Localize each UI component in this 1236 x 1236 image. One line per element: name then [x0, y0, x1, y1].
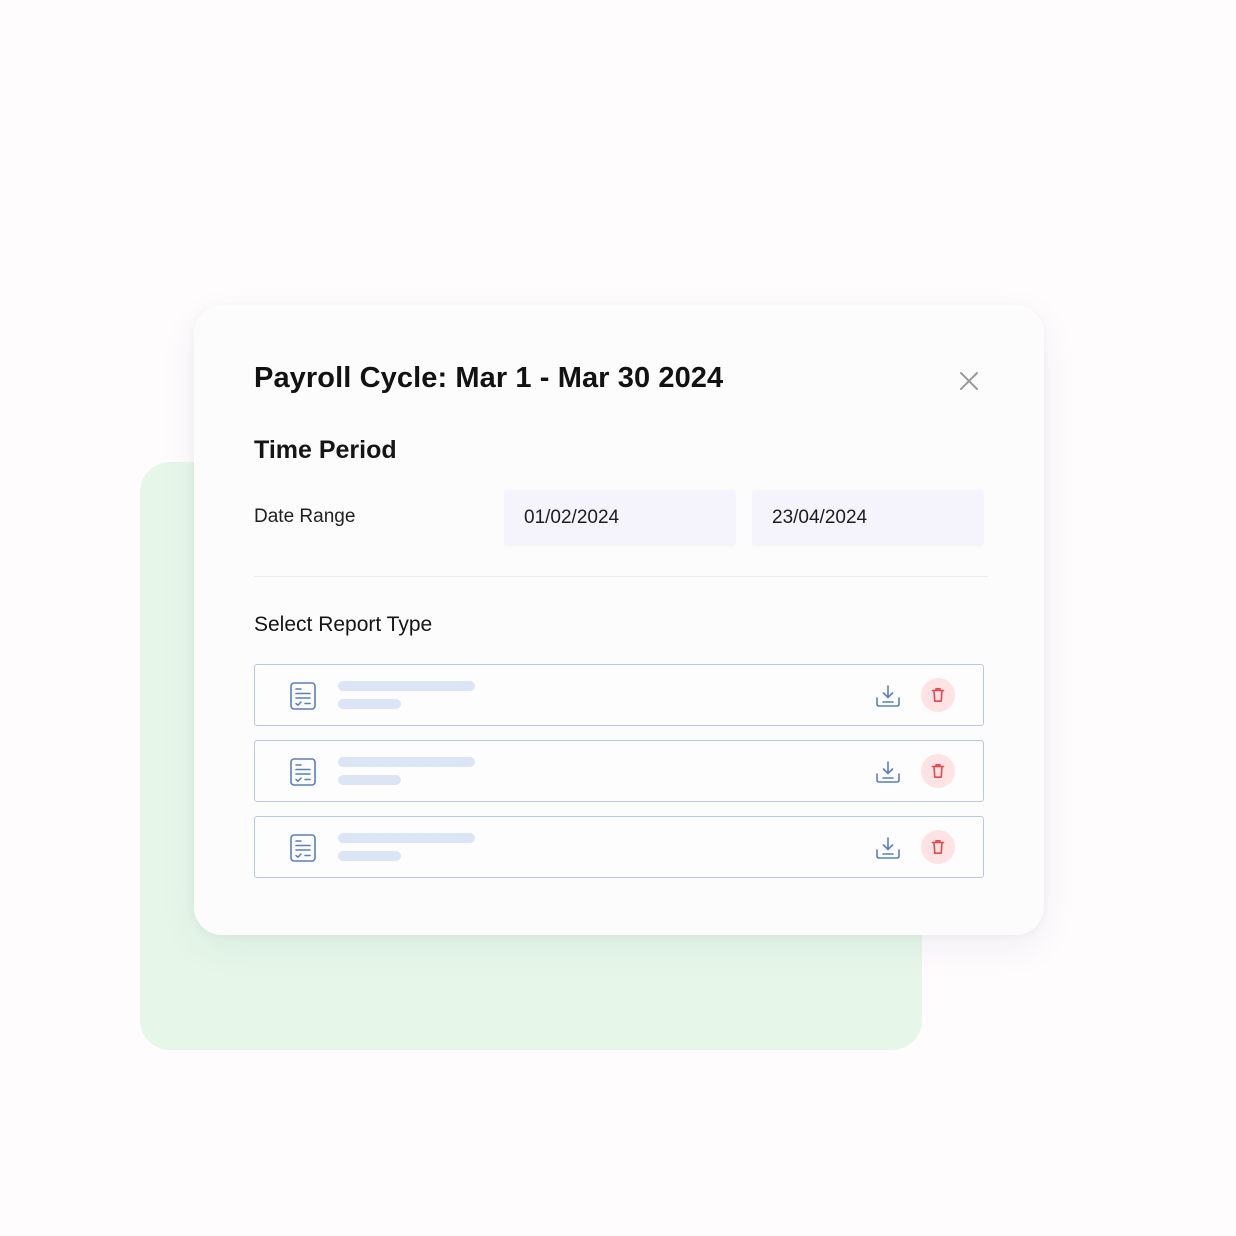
end-date-field[interactable] [752, 490, 984, 546]
report-subtitle-placeholder [338, 775, 401, 785]
download-button[interactable] [873, 757, 903, 787]
payroll-cycle-modal: Payroll Cycle: Mar 1 - Mar 30 2024 Time … [194, 305, 1044, 935]
trash-icon [931, 840, 945, 854]
report-subtitle-placeholder [338, 699, 401, 709]
report-subtitle-placeholder [338, 851, 401, 861]
download-icon [876, 685, 900, 707]
report-title-placeholder [338, 757, 475, 767]
document-icon [290, 834, 316, 862]
trash-icon [931, 688, 945, 702]
report-title-placeholder [338, 681, 475, 691]
download-icon [876, 761, 900, 783]
report-row[interactable] [254, 740, 984, 802]
section-divider [254, 576, 988, 577]
download-button[interactable] [873, 833, 903, 863]
delete-button[interactable] [921, 754, 955, 788]
report-row[interactable] [254, 664, 984, 726]
document-icon [290, 682, 316, 710]
modal-title: Payroll Cycle: Mar 1 - Mar 30 2024 [254, 362, 724, 394]
document-icon [290, 758, 316, 786]
start-date-field[interactable] [504, 490, 736, 546]
date-range-label: Date Range [254, 506, 356, 527]
delete-button[interactable] [921, 830, 955, 864]
close-icon [960, 372, 978, 390]
report-type-list [254, 664, 984, 892]
download-icon [876, 837, 900, 859]
close-button[interactable] [954, 366, 984, 396]
download-button[interactable] [873, 681, 903, 711]
time-period-heading: Time Period [254, 436, 397, 464]
report-row[interactable] [254, 816, 984, 878]
report-title-placeholder [338, 833, 475, 843]
report-type-heading: Select Report Type [254, 613, 433, 636]
trash-icon [931, 764, 945, 778]
delete-button[interactable] [921, 678, 955, 712]
